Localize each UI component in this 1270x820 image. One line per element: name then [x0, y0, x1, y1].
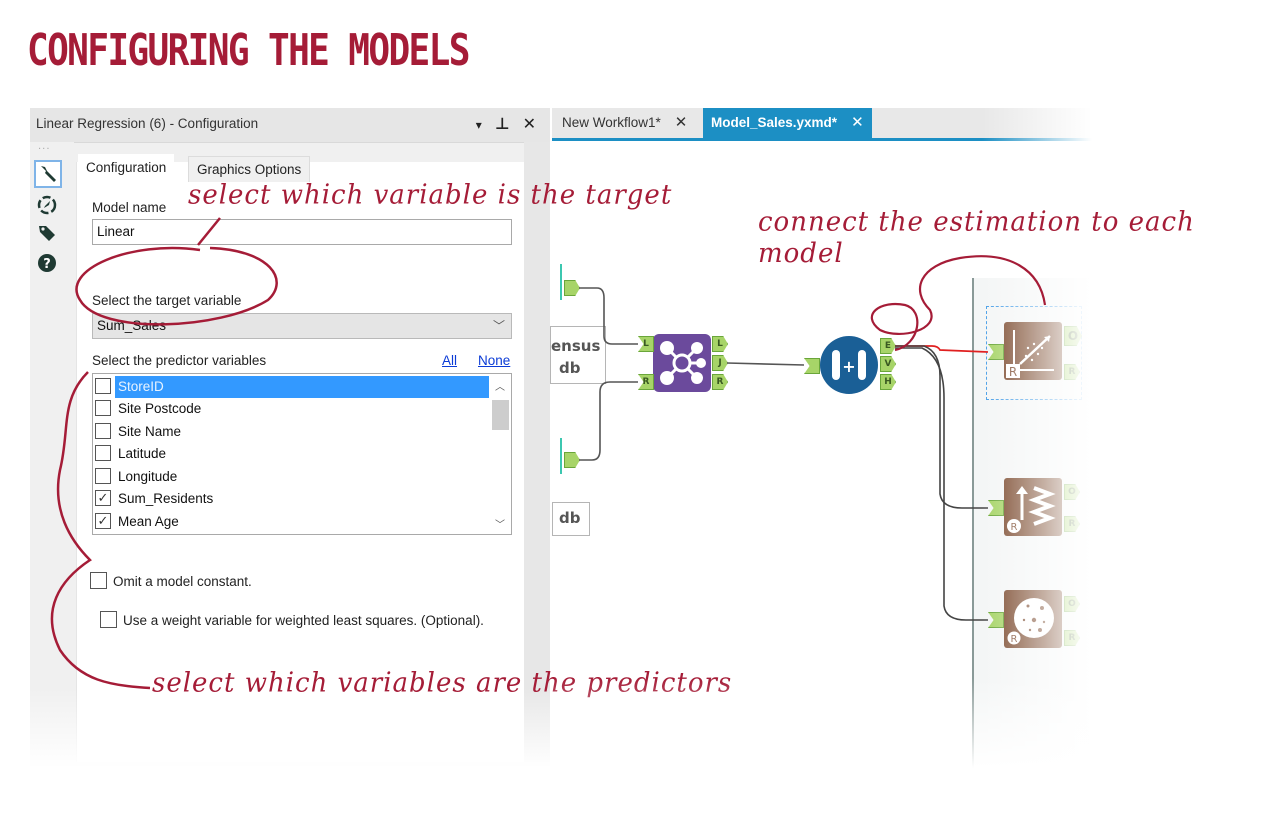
pin-icon[interactable]: ⊥: [495, 114, 514, 133]
tag-icon[interactable]: [34, 220, 60, 246]
join-output-right[interactable]: R: [712, 374, 728, 390]
tab-new-workflow1[interactable]: New Workflow1* ✕: [554, 108, 695, 138]
list-item[interactable]: Latitude: [95, 443, 489, 465]
join-input-left[interactable]: L: [638, 336, 654, 352]
chevron-down-icon: ﹀: [492, 319, 505, 333]
target-variable-select[interactable]: Sum_Sales ﹀: [92, 313, 512, 339]
container-border: [972, 278, 974, 768]
svg-text:R: R: [1011, 634, 1018, 645]
selection-box: [986, 306, 1082, 400]
model-name-label: Model name: [92, 200, 167, 215]
target-annotation: select which variable is the target: [188, 179, 673, 211]
model-input-anchor[interactable]: [988, 612, 1004, 628]
estimation-annotation: connect the estimation to each model: [758, 206, 1195, 270]
connection-line: [579, 381, 638, 461]
join-icon: [660, 341, 706, 385]
wrench-icon[interactable]: [34, 160, 62, 188]
checkbox[interactable]: [90, 572, 107, 589]
join-tool[interactable]: [653, 334, 711, 392]
linear-regression-tool[interactable]: R: [1004, 322, 1062, 380]
predictor-variables-label: Select the predictor variables: [92, 353, 267, 368]
samples-input-anchor[interactable]: [804, 358, 820, 374]
checkbox[interactable]: [95, 423, 111, 439]
holdout-output-anchor[interactable]: H: [880, 374, 896, 390]
input-tool-edge: [560, 264, 562, 300]
model-output-R[interactable]: R: [1064, 364, 1080, 380]
scroll-up-icon[interactable]: ︿: [491, 378, 509, 394]
text-input-box[interactable]: db: [552, 502, 590, 536]
panel-header: Linear Regression (6) - Configuration ▾ …: [30, 108, 550, 143]
scatter-trend-icon: R: [1006, 330, 1054, 379]
model-output-R[interactable]: R: [1064, 630, 1080, 646]
list-item[interactable]: ✓ Mean Age: [95, 511, 489, 533]
checkbox[interactable]: [95, 468, 111, 484]
checkbox-checked[interactable]: ✓: [95, 490, 111, 506]
checkbox[interactable]: [100, 611, 117, 628]
validation-output-anchor[interactable]: V: [880, 356, 896, 372]
model-output-R[interactable]: R: [1064, 516, 1080, 532]
text-input-box[interactable]: ensus db: [550, 326, 606, 384]
boosted-model-tool[interactable]: R: [1004, 478, 1062, 536]
svg-text:?: ?: [43, 257, 51, 272]
output-anchor[interactable]: [564, 452, 580, 468]
model-input-anchor[interactable]: [988, 344, 1004, 360]
omit-constant-checkbox[interactable]: Omit a model constant.: [90, 572, 252, 589]
join-input-right[interactable]: R: [638, 374, 654, 390]
checkbox[interactable]: [95, 445, 111, 461]
close-tab-icon[interactable]: ✕: [675, 114, 688, 131]
weight-variable-checkbox[interactable]: Use a weight variable for weighted least…: [100, 611, 484, 628]
create-samples-tool[interactable]: +: [820, 336, 878, 394]
predictor-variables-list: StoreID Site Postcode Site Name Latitude…: [92, 373, 512, 535]
join-output-join[interactable]: J: [712, 355, 728, 371]
close-tab-icon[interactable]: ✕: [851, 114, 864, 131]
forest-model-tool[interactable]: R: [1004, 590, 1062, 648]
svg-text:R: R: [1009, 365, 1017, 379]
tab-model-sales[interactable]: Model_Sales.yxmd* ✕: [703, 108, 872, 138]
test-tubes-icon: +: [832, 350, 866, 380]
scroll-thumb[interactable]: [492, 400, 509, 430]
model-input-anchor[interactable]: [988, 500, 1004, 516]
checkbox[interactable]: [95, 400, 111, 416]
select-all-link[interactable]: All: [442, 353, 457, 368]
checkbox-checked[interactable]: ✓: [95, 513, 111, 529]
model-output-O[interactable]: O: [1064, 484, 1080, 500]
model-container: [974, 278, 1092, 768]
target-variable-label: Select the target variable: [92, 293, 242, 308]
panel-dropdown-icon[interactable]: ▾: [476, 118, 486, 132]
list-item[interactable]: StoreID: [95, 376, 489, 398]
panel-title: Linear Regression (6) - Configuration: [36, 116, 259, 131]
list-item[interactable]: Site Name: [95, 421, 489, 443]
forest-icon: R: [1006, 598, 1054, 646]
close-icon[interactable]: ✕: [523, 114, 540, 133]
output-anchor[interactable]: [564, 280, 580, 296]
list-item[interactable]: ✓ Sum_Residents: [95, 488, 489, 510]
page-title: CONFIGURING THE MODELS: [27, 25, 470, 76]
model-name-input[interactable]: Linear: [92, 219, 512, 245]
help-icon[interactable]: ?: [34, 250, 60, 276]
svg-text:+: +: [842, 357, 855, 376]
side-toolbar: ··· ?: [30, 142, 74, 742]
list-scrollbar[interactable]: ︿ ﹀: [491, 376, 509, 532]
estimation-output-anchor[interactable]: E: [880, 338, 896, 354]
svg-text:R: R: [1011, 522, 1018, 533]
connection-line: [726, 362, 805, 366]
model-output-O[interactable]: O: [1064, 326, 1082, 346]
input-tool-edge: [560, 438, 562, 474]
list-item[interactable]: Longitude: [95, 466, 489, 488]
select-none-link[interactable]: None: [478, 353, 510, 368]
join-output-left[interactable]: L: [712, 336, 728, 352]
tab-graphics-options[interactable]: Graphics Options: [188, 156, 311, 182]
scroll-down-icon[interactable]: ﹀: [491, 516, 509, 532]
grip-icon: ···: [38, 144, 51, 155]
checkbox[interactable]: [95, 378, 111, 394]
workflow-tabstrip: New Workflow1* ✕ Model_Sales.yxmd* ✕: [552, 108, 1092, 141]
boosted-icon: R: [1007, 486, 1056, 533]
model-output-O[interactable]: O: [1064, 596, 1080, 612]
target-variable-value: Sum_Sales: [97, 318, 167, 333]
compass-icon[interactable]: [34, 192, 60, 218]
tab-configuration[interactable]: Configuration: [78, 154, 175, 181]
list-item[interactable]: Site Postcode: [95, 398, 489, 420]
